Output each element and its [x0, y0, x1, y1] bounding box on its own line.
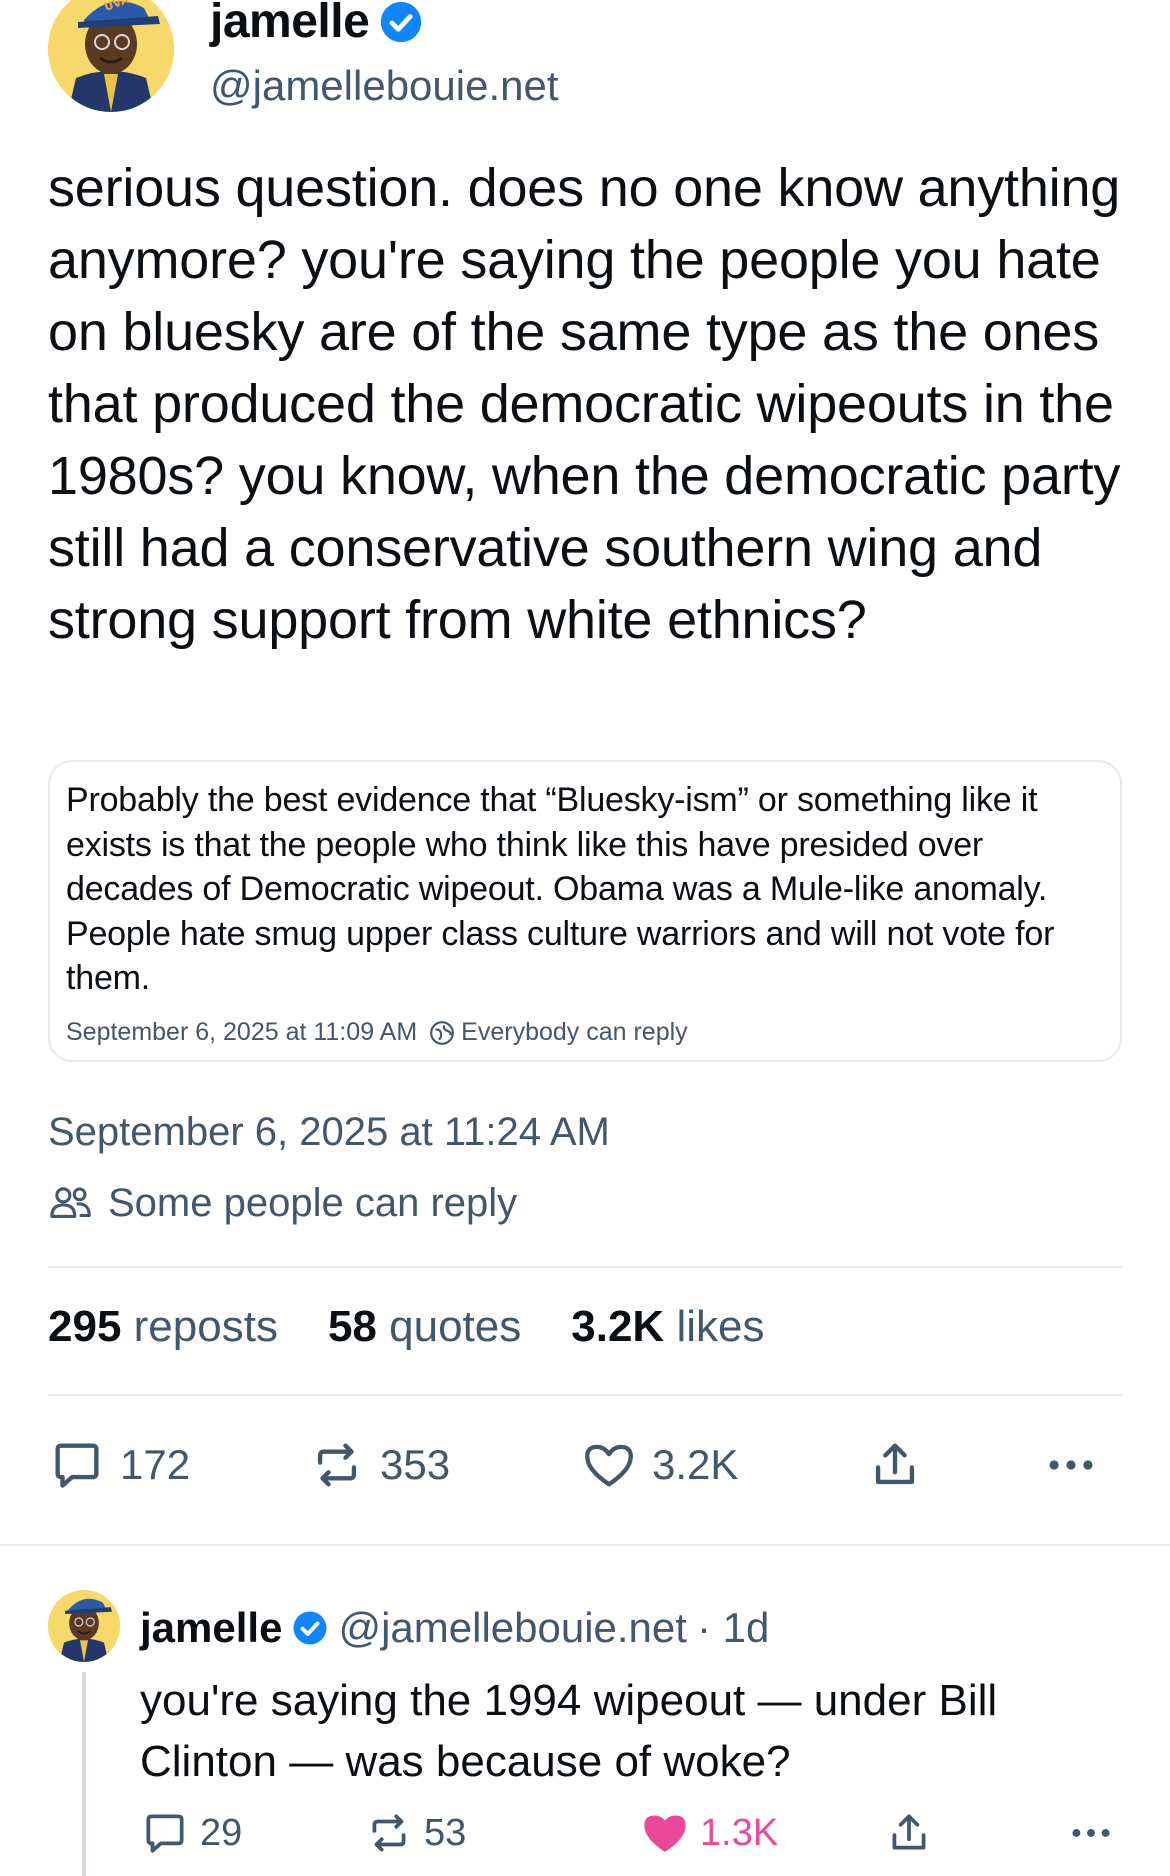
author-handle[interactable]: @jamellebouie.net: [210, 62, 559, 110]
divider: [48, 1394, 1122, 1396]
likes-stat[interactable]: 3.2K likes: [571, 1302, 764, 1352]
reply-age: · 1d: [696, 1604, 770, 1651]
post-actions: 172 353 3.2K: [48, 1436, 1122, 1500]
avatar-illustration: [48, 1590, 120, 1662]
repost-button[interactable]: 353: [308, 1436, 450, 1494]
more-icon: [1049, 1460, 1093, 1470]
quoted-post-text: Probably the best evidence that “Bluesky…: [66, 781, 1055, 997]
post-text: serious question. does no one know anyth…: [48, 158, 1121, 650]
more-options-button[interactable]: [1042, 1436, 1100, 1494]
heart-filled-icon: [644, 1815, 686, 1852]
verified-badge-icon: [381, 1, 422, 42]
people-icon: [50, 1187, 91, 1218]
repost-icon: [372, 1814, 406, 1852]
avatar-illustration: UVA: [48, 0, 174, 112]
repost-icon: [317, 1443, 357, 1487]
reply-header: jamelle @jamellebouie.net · 1d: [140, 1604, 769, 1652]
reply-like-count: 1.3K: [700, 1811, 779, 1854]
quoted-post-card[interactable]: Probably the best evidence that “Bluesky…: [48, 760, 1122, 1062]
author-avatar[interactable]: UVA: [48, 0, 174, 112]
reply-share-button[interactable]: [884, 1808, 934, 1858]
reply-author-avatar[interactable]: [48, 1590, 120, 1662]
like-button[interactable]: 3.2K: [580, 1436, 738, 1494]
globe-icon: [430, 1020, 455, 1045]
post-header: UVA jamelle @jamellebouie.net: [48, 0, 1122, 120]
reply-actions: 29 53 1.3K: [140, 1808, 1122, 1864]
share-icon: [875, 1443, 915, 1485]
reply-author-handle[interactable]: @jamellebouie.net: [338, 1604, 687, 1652]
reply-setting-label: Some people can reply: [108, 1180, 518, 1225]
author-name[interactable]: jamelle: [210, 0, 423, 49]
heart-icon: [585, 1444, 633, 1487]
quotes-stat[interactable]: 58 quotes: [328, 1302, 521, 1352]
reply-text: you're saying the 1994 wipeout — under B…: [140, 1676, 998, 1786]
reply-reply-count: 29: [200, 1811, 243, 1854]
reply-icon: [55, 1443, 99, 1488]
share-button[interactable]: [866, 1436, 924, 1494]
reply-button[interactable]: 172: [48, 1436, 190, 1494]
reply-reply-button[interactable]: 29: [140, 1808, 242, 1858]
quoted-post-timestamp: September 6, 2025 at 11:09 AM: [66, 1018, 418, 1046]
reply-setting[interactable]: Some people can reply: [48, 1180, 517, 1226]
reply-author-name[interactable]: jamelle: [140, 1604, 282, 1652]
thread-line: [82, 1672, 86, 1876]
divider: [48, 1266, 1122, 1268]
verified-badge-icon: [293, 1611, 327, 1645]
repost-count: 353: [380, 1441, 451, 1488]
share-icon: [892, 1814, 926, 1850]
reply-like-button[interactable]: 1.3K: [640, 1808, 778, 1858]
like-count: 3.2K: [652, 1441, 739, 1488]
quoted-post-reply-setting: Everybody can reply: [461, 1018, 688, 1046]
section-divider: [0, 1544, 1170, 1546]
quoted-post-meta: September 6, 2025 at 11:09 AM Everybody …: [66, 1018, 688, 1047]
reply-repost-button[interactable]: 53: [364, 1808, 466, 1858]
reply-more-options-button[interactable]: [1066, 1808, 1116, 1858]
more-icon: [1072, 1829, 1110, 1837]
reply-count: 172: [120, 1441, 191, 1488]
engagement-stats: 295 reposts 58 quotes 3.2K likes: [48, 1302, 764, 1352]
reposts-stat[interactable]: 295 reposts: [48, 1302, 278, 1352]
reply-icon: [146, 1814, 184, 1853]
author-name-text[interactable]: jamelle: [210, 0, 370, 49]
post-timestamp: September 6, 2025 at 11:24 AM: [48, 1110, 610, 1154]
reply-repost-count: 53: [424, 1811, 467, 1854]
